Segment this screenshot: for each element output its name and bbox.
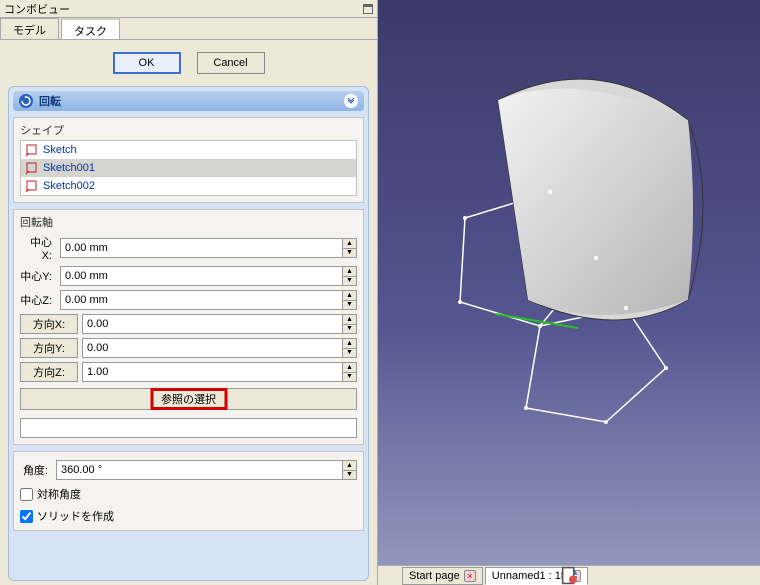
dir-z-spinner[interactable]: ▲▼: [82, 362, 357, 382]
3d-viewport[interactable]: Start page × Unnamed1 : 1* ×: [378, 0, 760, 585]
spin-down-icon[interactable]: ▼: [343, 277, 356, 286]
angle-spinner[interactable]: ▲▼: [56, 460, 357, 480]
cancel-button[interactable]: Cancel: [197, 52, 265, 74]
shape-label: シェイプ: [20, 122, 357, 138]
spin-up-icon[interactable]: ▲: [343, 363, 356, 373]
shape-name: Sketch: [43, 144, 77, 156]
ok-button[interactable]: OK: [113, 52, 181, 74]
panel-tabs: モデル タスク: [0, 18, 377, 40]
spin-down-icon[interactable]: ▼: [343, 249, 356, 258]
dir-y-input[interactable]: [82, 338, 343, 358]
shape-name: Sketch002: [43, 180, 95, 192]
dir-x-spinner[interactable]: ▲▼: [82, 314, 357, 334]
highlight-box: 参照の選択: [150, 388, 227, 410]
sketch-icon: [25, 161, 39, 175]
spin-down-icon[interactable]: ▼: [343, 349, 356, 358]
spin-up-icon[interactable]: ▲: [343, 339, 356, 349]
select-reference-button[interactable]: 参照の選択: [20, 388, 357, 410]
3d-scene: [378, 0, 760, 585]
shape-item-sketch[interactable]: Sketch: [21, 141, 356, 159]
axis-group: 回転軸 中心X: ▲▼ 中心Y: ▲▼ 中心Z:: [13, 209, 364, 445]
viewport-tabs: Start page × Unnamed1 : 1* ×: [378, 565, 760, 585]
dir-x-button[interactable]: 方向X:: [20, 314, 78, 334]
angle-input[interactable]: [56, 460, 343, 480]
create-solid-label: ソリッドを作成: [37, 508, 114, 524]
dir-x-input[interactable]: [82, 314, 343, 334]
revolve-icon: [19, 94, 33, 108]
center-y-label: 中心Y:: [20, 268, 56, 284]
center-x-spinner[interactable]: ▲▼: [60, 238, 357, 258]
axis-label: 回転軸: [20, 214, 357, 230]
spin-up-icon[interactable]: ▲: [343, 267, 356, 277]
center-x-label: 中心X:: [20, 234, 56, 262]
undock-icon[interactable]: [363, 4, 373, 14]
shape-list[interactable]: Sketch Sketch001 Sketch002: [20, 140, 357, 196]
sketch-icon: [25, 179, 39, 193]
sketch-icon: [25, 143, 39, 157]
tab-task[interactable]: タスク: [61, 18, 120, 39]
dir-y-button[interactable]: 方向Y:: [20, 338, 78, 358]
shape-item-sketch002[interactable]: Sketch002: [21, 177, 356, 195]
center-x-input[interactable]: [60, 238, 343, 258]
tab-model[interactable]: モデル: [0, 18, 59, 39]
dir-z-button[interactable]: 方向Z:: [20, 362, 78, 382]
center-y-input[interactable]: [60, 266, 343, 286]
dir-z-input[interactable]: [82, 362, 343, 382]
spin-up-icon[interactable]: ▲: [343, 291, 356, 301]
task-title: 回転: [39, 93, 61, 109]
panel-title: コンボビュー: [4, 1, 70, 17]
task-header[interactable]: 回転: [13, 91, 364, 111]
center-z-spinner[interactable]: ▲▼: [60, 290, 357, 310]
panel-titlebar: コンボビュー: [0, 0, 377, 18]
spin-down-icon[interactable]: ▼: [343, 373, 356, 382]
angle-label: 角度:: [20, 462, 52, 478]
center-y-spinner[interactable]: ▲▼: [60, 266, 357, 286]
reference-text-input[interactable]: [20, 418, 357, 438]
spin-up-icon[interactable]: ▲: [343, 461, 356, 471]
combo-view-panel: コンボビュー モデル タスク OK Cancel 回転 シェイプ: [0, 0, 378, 585]
document-icon: [378, 566, 760, 585]
task-container: 回転 シェイプ Sketch Sketch001: [8, 86, 369, 581]
spin-up-icon[interactable]: ▲: [343, 239, 356, 249]
symmetric-label: 対称角度: [37, 486, 81, 502]
shape-name: Sketch001: [43, 162, 95, 174]
spin-down-icon[interactable]: ▼: [343, 301, 356, 310]
spin-up-icon[interactable]: ▲: [343, 315, 356, 325]
create-solid-checkbox[interactable]: [20, 510, 33, 523]
center-z-label: 中心Z:: [20, 292, 56, 308]
angle-group: 角度: ▲▼ 対称角度 ソリッドを作成: [13, 451, 364, 531]
symmetric-checkbox[interactable]: [20, 488, 33, 501]
task-body: シェイプ Sketch Sketch001 Sketch002: [13, 117, 364, 531]
spin-down-icon[interactable]: ▼: [343, 325, 356, 334]
shape-item-sketch001[interactable]: Sketch001: [21, 159, 356, 177]
tab-unnamed-doc[interactable]: Unnamed1 : 1* ×: [485, 567, 588, 585]
center-z-input[interactable]: [60, 290, 343, 310]
dialog-buttons: OK Cancel: [0, 40, 377, 82]
collapse-icon[interactable]: [344, 94, 358, 108]
dir-y-spinner[interactable]: ▲▼: [82, 338, 357, 358]
shape-group: シェイプ Sketch Sketch001 Sketch002: [13, 117, 364, 203]
spin-down-icon[interactable]: ▼: [343, 471, 356, 480]
